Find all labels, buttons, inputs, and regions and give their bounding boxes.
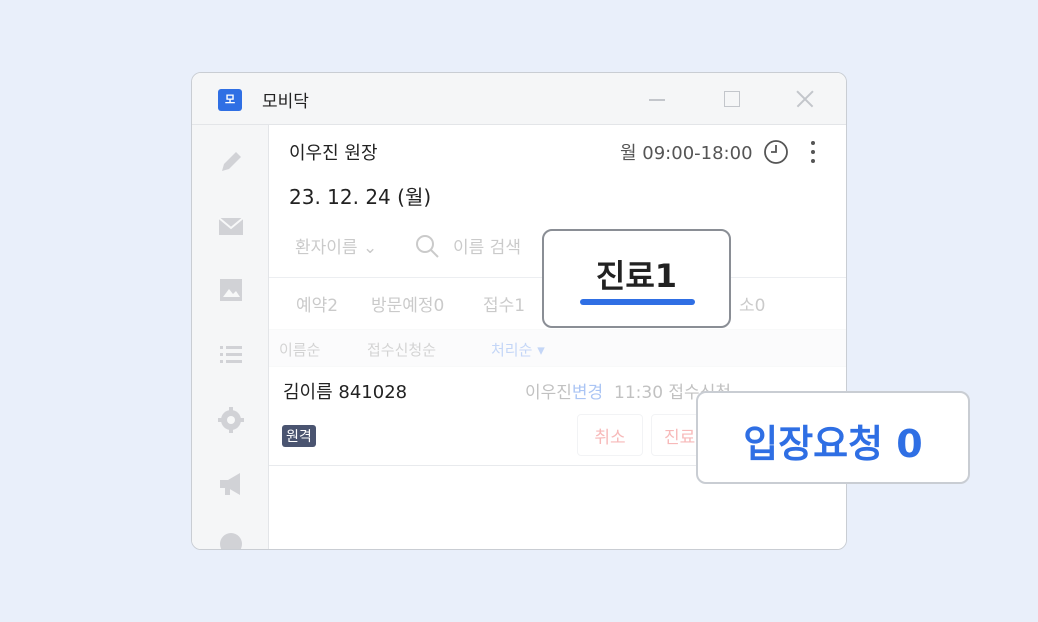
search-icon[interactable] xyxy=(414,233,440,259)
entry-request-label: 입장요청 0 xyxy=(743,422,923,466)
title-bar: 모 모비닥 xyxy=(192,73,846,125)
sort-by-process-label: 처리순 xyxy=(491,341,533,359)
main-panel: 이우진 원장 월 09:00-18:00 23. 12. 24 (월) 환자이름… xyxy=(269,125,846,549)
gear-icon[interactable] xyxy=(216,405,246,435)
active-tab-underline xyxy=(580,299,695,305)
filter-select[interactable]: 환자이름 ⌄ xyxy=(295,233,377,258)
doctor-name: 이우진 원장 xyxy=(289,143,378,164)
change-link[interactable]: 변경 xyxy=(572,383,603,403)
app-title: 모비닥 xyxy=(262,92,309,112)
remote-badge: 원격 xyxy=(282,425,316,447)
filter-select-label: 환자이름 xyxy=(295,238,358,258)
chat-icon[interactable] xyxy=(216,529,246,549)
chevron-down-icon: ⌄ xyxy=(362,238,378,258)
tab-cancel[interactable]: 소0 xyxy=(739,291,765,316)
mail-icon[interactable] xyxy=(216,211,246,241)
more-menu-icon[interactable] xyxy=(808,139,818,165)
tab-reservation[interactable]: 예약2 xyxy=(296,291,338,316)
caret-down-icon: ▾ xyxy=(537,341,545,359)
minimize-button[interactable] xyxy=(645,87,669,111)
treatment-tab-label: 진료1 xyxy=(595,257,678,295)
entry-request-callout[interactable]: 입장요청 0 xyxy=(696,391,970,484)
working-hours: 월 09:00-18:00 xyxy=(620,143,753,164)
schedule-date: 23. 12. 24 (월) xyxy=(289,185,432,209)
search-input[interactable]: 이름 검색 xyxy=(453,233,553,258)
sort-by-name[interactable]: 이름순 xyxy=(279,339,320,360)
patient-name: 김이름 841028 xyxy=(283,382,408,403)
cancel-button[interactable]: 취소 xyxy=(577,414,643,456)
tab-reception[interactable]: 접수1 xyxy=(483,291,525,316)
close-button[interactable] xyxy=(792,87,816,111)
pencil-icon[interactable] xyxy=(216,147,246,177)
sort-by-request[interactable]: 접수신청순 xyxy=(367,339,436,360)
sort-bar: 이름순 접수신청순 처리순 ▾ xyxy=(269,329,846,367)
sidebar xyxy=(192,125,269,549)
sort-by-process[interactable]: 처리순 ▾ xyxy=(491,339,545,360)
maximize-button[interactable] xyxy=(720,87,744,111)
assigned-doctor: 이우진 xyxy=(525,383,572,403)
tab-planned-visit[interactable]: 방문예정0 xyxy=(371,291,444,316)
megaphone-icon[interactable] xyxy=(216,469,246,499)
app-logo-icon: 모 xyxy=(218,89,242,111)
treatment-tab-callout[interactable]: 진료1 xyxy=(542,229,731,328)
list-icon[interactable] xyxy=(216,339,246,369)
image-icon[interactable] xyxy=(216,275,246,305)
clock-icon[interactable] xyxy=(763,139,789,165)
